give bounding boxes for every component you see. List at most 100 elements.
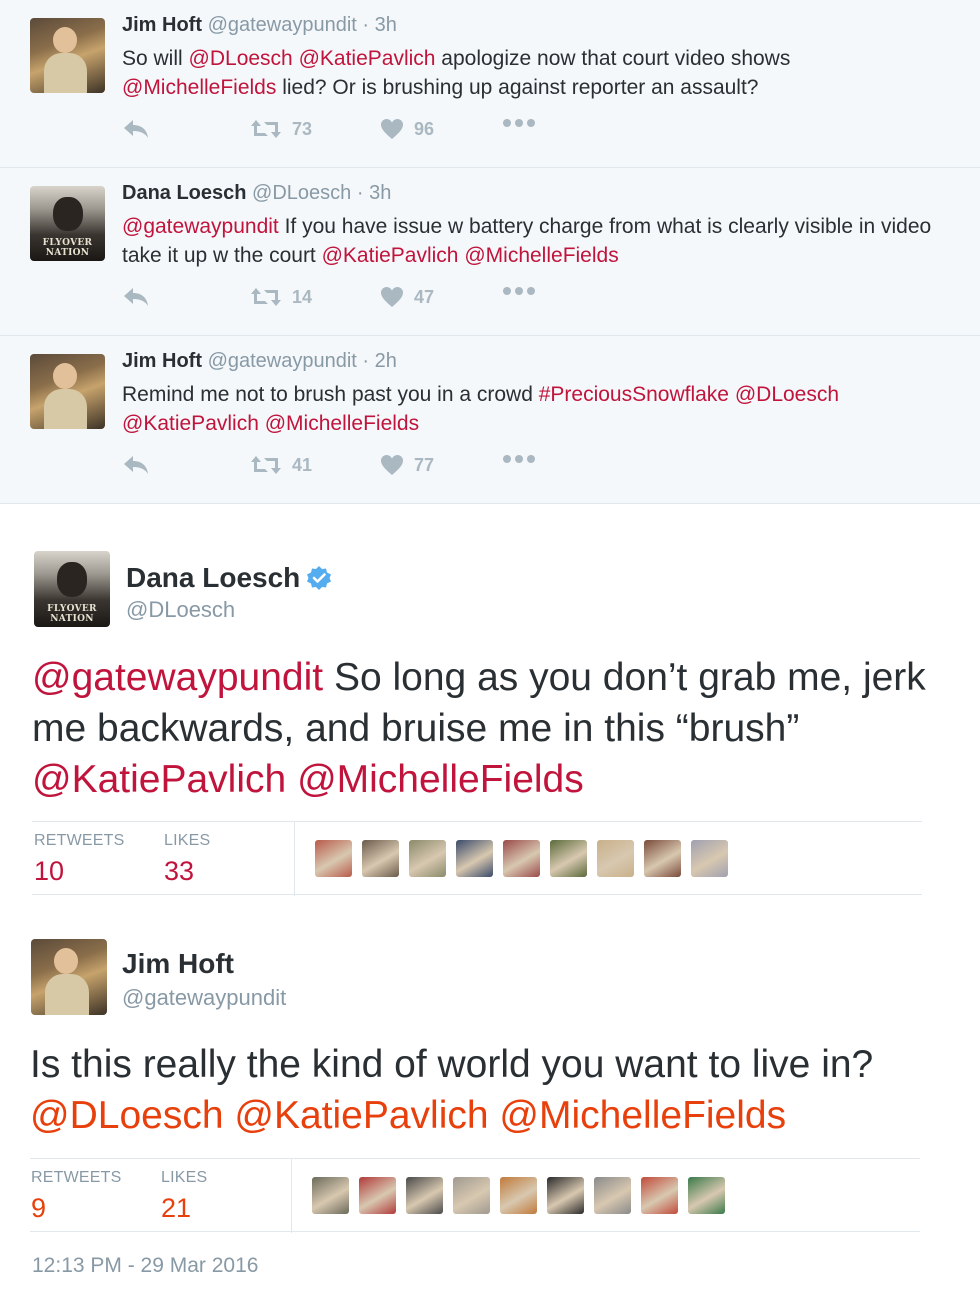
heart-icon [381,119,403,139]
more-button[interactable] [502,118,536,128]
reply-button[interactable] [122,118,150,140]
reply-icon [124,288,148,306]
tweet-stats: RETWEETS 9 LIKES 21 [30,1158,920,1233]
author-name-row[interactable]: Dana Loesch [126,562,332,594]
hashtag-link[interactable]: #PreciousSnowflake [539,383,729,406]
tweet-timestamp[interactable]: 12:13 PM - 29 Mar 2016 [32,1254,258,1278]
stats-divider [294,822,295,896]
likes-stat[interactable]: LIKES 33 [164,832,210,887]
like-count: 96 [414,118,435,139]
avatar[interactable] [30,186,105,261]
avatar[interactable] [31,939,107,1015]
author-handle[interactable]: @gatewaypundit [208,14,357,36]
author-name[interactable]: Jim Hoft [122,14,202,36]
liker-avatar[interactable] [547,1177,584,1214]
likes-count: 21 [161,1193,192,1223]
liker-avatar[interactable] [453,1177,490,1214]
thread-tweet[interactable]: Jim Hoft @gatewaypundit · 2h Remind me n… [0,336,980,504]
liker-avatar[interactable] [315,840,352,877]
liker-avatar[interactable] [409,840,446,877]
avatar[interactable] [30,354,105,429]
author-name-row[interactable]: Jim Hoft [122,948,234,980]
retweets-stat[interactable]: RETWEETS 9 [31,1169,122,1224]
stats-divider [291,1159,292,1233]
author-name[interactable]: Dana Loesch [126,562,300,594]
author-handle[interactable]: @DLoesch [126,597,235,623]
tweet-time[interactable]: 3h [375,14,397,36]
thread-tweet[interactable]: Jim Hoft @gatewaypundit · 3h So will @DL… [0,0,980,168]
tweet-text-segment: apologize now that court video shows [435,47,791,70]
separator-dot: · [362,14,370,36]
author-handle[interactable]: @gatewaypundit [208,350,357,372]
liker-avatar[interactable] [456,840,493,877]
retweet-count: 73 [292,118,313,139]
liker-avatar[interactable] [503,840,540,877]
mention-link[interactable]: @DLoesch [30,1094,224,1137]
liker-avatar[interactable] [406,1177,443,1214]
tweet-header: Jim Hoft @gatewaypundit · 2h [122,350,397,373]
mention-link[interactable]: @MichelleFields [499,1094,786,1137]
likes-count: 33 [164,856,195,886]
separator-dot: · [356,182,364,204]
liker-avatar[interactable] [644,840,681,877]
retweets-label: RETWEETS [34,832,125,849]
tweet-actions: 41 77 [122,454,562,482]
like-count: 47 [414,286,435,307]
tweet-actions: 73 96 [122,118,562,146]
retweet-button[interactable]: 73 [250,118,312,140]
retweet-count: 41 [292,454,313,475]
mention-link[interactable]: @MichelleFields [464,244,618,267]
author-handle[interactable]: @DLoesch [252,182,351,204]
liker-avatar[interactable] [594,1177,631,1214]
avatar[interactable] [30,18,105,93]
retweets-count: 10 [34,856,65,886]
liker-avatar[interactable] [550,840,587,877]
separator-dot: · [362,350,370,372]
mention-link[interactable]: @KatiePavlich [234,1094,488,1137]
thread-tweet[interactable]: Dana Loesch @DLoesch · 3h @gatewaypundit… [0,168,980,336]
avatar[interactable] [34,551,110,627]
mention-link[interactable]: @gatewaypundit [32,656,323,699]
mention-link[interactable]: @gatewaypundit [122,215,279,238]
retweet-count: 14 [292,286,313,307]
tweet-header: Dana Loesch @DLoesch · 3h [122,182,391,205]
mention-link[interactable]: @DLoesch [189,47,293,70]
more-button[interactable] [502,286,536,296]
mention-link[interactable]: @KatiePavlich [322,244,459,267]
author-handle[interactable]: @gatewaypundit [122,985,286,1011]
mention-link[interactable]: @KatiePavlich [32,758,286,801]
liker-avatar[interactable] [359,1177,396,1214]
more-button[interactable] [502,454,536,464]
reply-button[interactable] [122,286,150,308]
liker-avatar[interactable] [500,1177,537,1214]
liker-avatar[interactable] [312,1177,349,1214]
mention-link[interactable]: @KatiePavlich [122,412,259,435]
mention-link[interactable]: @KatiePavlich [299,47,436,70]
retweets-stat[interactable]: RETWEETS 10 [34,832,125,887]
mention-link[interactable]: @MichelleFields [265,412,419,435]
tweet-time[interactable]: 3h [369,182,391,204]
likes-label: LIKES [164,832,211,849]
likes-stat[interactable]: LIKES 21 [161,1169,207,1224]
mention-link[interactable]: @DLoesch [735,383,839,406]
like-button[interactable]: 77 [380,454,434,476]
liker-avatar[interactable] [362,840,399,877]
author-name[interactable]: Jim Hoft [122,350,202,372]
like-button[interactable]: 96 [380,118,434,140]
mention-link[interactable]: @MichelleFields [122,76,276,99]
liker-avatar[interactable] [691,840,728,877]
liker-avatar[interactable] [688,1177,725,1214]
author-name[interactable]: Dana Loesch [122,182,246,204]
verified-badge-icon [307,566,332,590]
heart-icon [381,455,403,475]
mention-link[interactable]: @MichelleFields [297,758,584,801]
tweet-time[interactable]: 2h [375,350,397,372]
reply-button[interactable] [122,454,150,476]
retweet-button[interactable]: 14 [250,286,312,308]
like-button[interactable]: 47 [380,286,434,308]
liker-avatar[interactable] [641,1177,678,1214]
tweet-actions: 14 47 [122,286,562,314]
retweet-button[interactable]: 41 [250,454,312,476]
liker-avatar[interactable] [597,840,634,877]
author-name[interactable]: Jim Hoft [122,948,234,980]
